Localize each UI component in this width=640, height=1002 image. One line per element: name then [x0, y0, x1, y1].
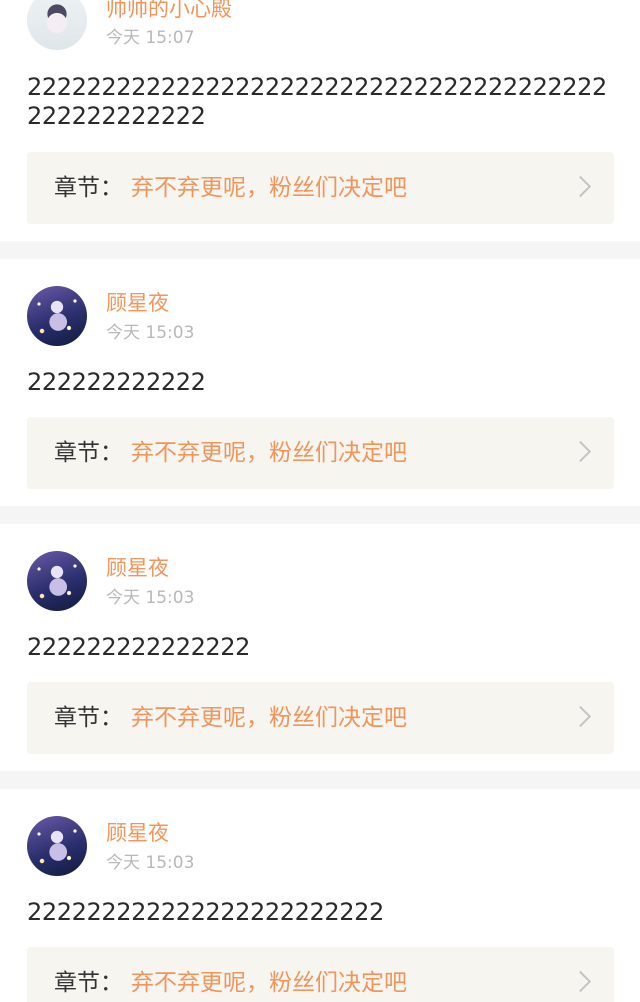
comment-card: 顾星夜 今天 15:03 222222222222222222222222 章节… [0, 789, 640, 1002]
chapter-label: 章节： [54, 175, 123, 201]
avatar[interactable] [27, 551, 87, 611]
chapter-link[interactable]: 章节： 弃不弃更呢，粉丝们决定吧 [27, 947, 614, 1002]
chevron-right-icon [569, 175, 592, 198]
chevron-right-icon [569, 970, 592, 993]
avatar[interactable] [27, 816, 87, 876]
comment-feed: 帅帅的小心殿 今天 15:07 222222222222222222222222… [0, 0, 640, 1002]
chapter-label: 章节： [54, 970, 123, 996]
chapter-title: 弃不弃更呢，粉丝们决定吧 [131, 175, 407, 201]
avatar[interactable] [27, 0, 87, 50]
comment-username[interactable]: 顾星夜 [106, 820, 169, 846]
comment-timestamp: 今天 15:03 [106, 588, 195, 608]
comment-text: 222222222222222222222222 [27, 898, 384, 926]
comment-timestamp: 今天 15:07 [106, 28, 195, 48]
comment-username[interactable]: 帅帅的小心殿 [106, 0, 232, 22]
divider [0, 241, 640, 259]
chapter-link[interactable]: 章节： 弃不弃更呢，粉丝们决定吧 [27, 682, 614, 754]
chapter-link[interactable]: 章节： 弃不弃更呢，粉丝们决定吧 [27, 152, 614, 224]
chapter-title: 弃不弃更呢，粉丝们决定吧 [131, 440, 407, 466]
comment-username[interactable]: 顾星夜 [106, 555, 169, 581]
comment-text: 222222222222222 [27, 633, 251, 661]
comment-text: 222222222222 [27, 368, 206, 396]
comment-text: 2222222222222222222222222222222222222222… [27, 73, 607, 130]
comment-card: 顾星夜 今天 15:03 222222222222222 章节： 弃不弃更呢，粉… [0, 524, 640, 771]
chapter-label: 章节： [54, 705, 123, 731]
divider [0, 771, 640, 789]
chapter-label: 章节： [54, 440, 123, 466]
chapter-title: 弃不弃更呢，粉丝们决定吧 [131, 705, 407, 731]
comment-username[interactable]: 顾星夜 [106, 290, 169, 316]
chevron-right-icon [569, 440, 592, 463]
avatar[interactable] [27, 286, 87, 346]
chevron-right-icon [569, 705, 592, 728]
comment-timestamp: 今天 15:03 [106, 323, 195, 343]
comment-card: 帅帅的小心殿 今天 15:07 222222222222222222222222… [0, 0, 640, 241]
chapter-link[interactable]: 章节： 弃不弃更呢，粉丝们决定吧 [27, 417, 614, 489]
comment-card: 顾星夜 今天 15:03 222222222222 章节： 弃不弃更呢，粉丝们决… [0, 259, 640, 506]
divider [0, 506, 640, 524]
comment-timestamp: 今天 15:03 [106, 853, 195, 873]
chapter-title: 弃不弃更呢，粉丝们决定吧 [131, 970, 407, 996]
